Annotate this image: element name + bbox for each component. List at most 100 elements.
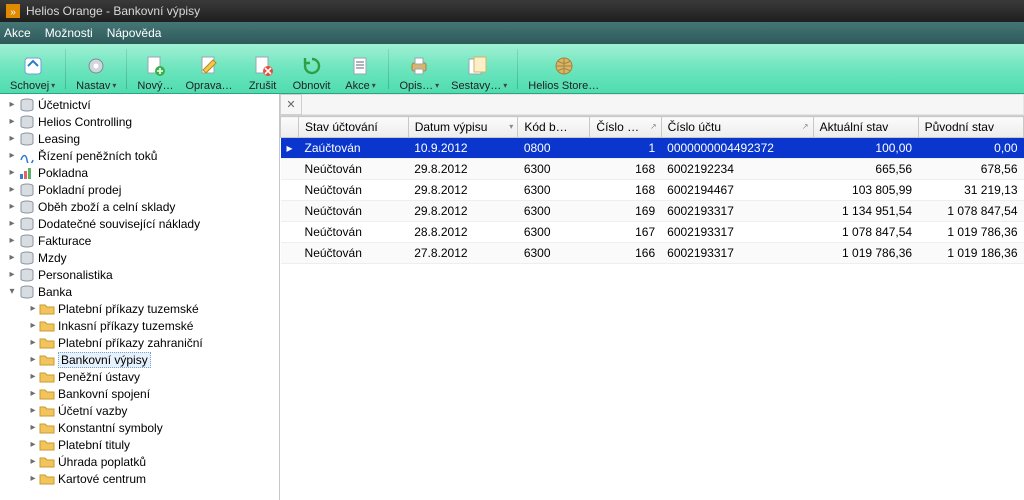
- tree-item[interactable]: ▸Fakturace: [0, 232, 279, 249]
- tree-subitem[interactable]: ▸ Úhrada poplatků: [0, 453, 279, 470]
- tree-item[interactable]: ▸Řízení peněžních toků: [0, 147, 279, 164]
- edit-doc-icon: [198, 54, 220, 78]
- menu-akce[interactable]: Akce: [4, 26, 31, 40]
- tree-item[interactable]: ▾ Banka: [0, 283, 279, 300]
- expand-icon[interactable]: ▸: [6, 184, 18, 195]
- tree-subitem[interactable]: ▸Bankovní výpisy: [0, 351, 279, 368]
- tree-item[interactable]: ▸Mzdy: [0, 249, 279, 266]
- tree-label: Kartové centrum: [58, 472, 146, 486]
- expand-icon[interactable]: ▸: [28, 354, 38, 365]
- tree-label: Oběh zboží a celní sklady: [38, 200, 175, 214]
- globe-icon: [553, 54, 575, 78]
- tree-subitem[interactable]: ▸ Platební příkazy tuzemské: [0, 300, 279, 317]
- expand-icon[interactable]: ▸: [28, 439, 38, 450]
- expand-icon[interactable]: ▸: [6, 150, 18, 161]
- tree-icon: [18, 149, 36, 163]
- tree-label: Pokladní prodej: [38, 183, 121, 197]
- printer-icon: [408, 54, 430, 78]
- toolbar-obnovit[interactable]: Obnovit: [287, 46, 337, 92]
- tree-item[interactable]: ▸Dodatečné související náklady: [0, 215, 279, 232]
- expand-icon[interactable]: ▸: [28, 320, 38, 331]
- navigation-tree[interactable]: ▸ Účetnictví ▸ Helios Controlling▸Leasing▸Ř…: [0, 94, 280, 500]
- gear-icon: [85, 54, 107, 78]
- filter-space[interactable]: [302, 94, 1024, 115]
- expand-icon[interactable]: ▸: [28, 473, 38, 484]
- folder-icon: [38, 438, 56, 452]
- data-grid[interactable]: Stav účtováníDatum výpisu▾Kód b…Číslo …↗…: [280, 116, 1024, 500]
- tree-label: Konstantní symboly: [58, 421, 163, 435]
- tree-icon: [18, 200, 36, 214]
- toolbar-akce[interactable]: Akce▾: [336, 46, 384, 92]
- toolbar-nastav[interactable]: Nastav▾: [70, 46, 122, 92]
- toolbar: Schovej▾ Nastav▾ Nový… Oprava… Zrušit Ob…: [0, 44, 1024, 94]
- expand-icon[interactable]: ▸: [28, 456, 38, 467]
- tree-item[interactable]: ▸Leasing: [0, 130, 279, 147]
- expand-icon[interactable]: ▸: [28, 337, 38, 348]
- action-doc-icon: [349, 54, 371, 78]
- toolbar-heliosstore[interactable]: Helios Store…: [522, 46, 605, 92]
- expand-icon[interactable]: ▸: [28, 371, 38, 382]
- folder-icon: [38, 404, 56, 418]
- column-header[interactable]: Původní stav: [918, 117, 1023, 138]
- tree-subitem[interactable]: ▸ Konstantní symboly: [0, 419, 279, 436]
- expand-icon[interactable]: ▸: [6, 269, 18, 280]
- column-header[interactable]: Kód b…: [518, 117, 590, 138]
- tree-subitem[interactable]: ▸Platební příkazy zahraniční: [0, 334, 279, 351]
- expand-icon[interactable]: ▸: [6, 167, 18, 178]
- expand-icon[interactable]: ▸: [28, 388, 38, 399]
- table-row[interactable]: Neúčtován29.8.201263001686002192234665,5…: [281, 159, 1024, 180]
- tree-label: Platební příkazy tuzemské: [58, 302, 199, 316]
- toolbar-oprava[interactable]: Oprava…: [179, 46, 238, 92]
- tree-item[interactable]: ▸ Helios Controlling: [0, 113, 279, 130]
- menu-moznosti[interactable]: Možnosti: [45, 26, 93, 40]
- tree-subitem[interactable]: ▸Inkasní příkazy tuzemské: [0, 317, 279, 334]
- folder-icon: [38, 421, 56, 435]
- table-row[interactable]: Neúčtován29.8.201263001686002194467103 8…: [281, 180, 1024, 201]
- expand-icon[interactable]: ▸: [28, 303, 38, 314]
- tree-subitem[interactable]: ▸Peněžní ústavy: [0, 368, 279, 385]
- toolbar-zrusit[interactable]: Zrušit: [239, 46, 287, 92]
- toolbar-opis[interactable]: Opis…▾: [393, 46, 445, 92]
- table-row[interactable]: Neúčtován29.8.2012630016960021933171 134…: [281, 201, 1024, 222]
- expand-icon[interactable]: ▸: [6, 99, 18, 110]
- expand-icon[interactable]: ▸: [6, 252, 18, 263]
- tree-label: Helios Controlling: [38, 115, 132, 129]
- expand-icon[interactable]: ▸: [6, 235, 18, 246]
- clear-filter-button[interactable]: ✕: [280, 94, 302, 115]
- expand-icon[interactable]: ▸: [6, 201, 18, 212]
- column-header[interactable]: Číslo …↗: [590, 117, 661, 138]
- tree-label: Účetnictví: [38, 98, 91, 112]
- table-row[interactable]: Neúčtován27.8.2012630016660021933171 019…: [281, 243, 1024, 264]
- column-header[interactable]: Aktuální stav: [813, 117, 918, 138]
- tree-subitem[interactable]: ▸Účetní vazby: [0, 402, 279, 419]
- folder-icon: [38, 302, 56, 316]
- tree-icon: [18, 268, 36, 282]
- tree-subitem[interactable]: ▸Platební tituly: [0, 436, 279, 453]
- tree-item[interactable]: ▸ Personalistika: [0, 266, 279, 283]
- expand-icon[interactable]: ▸: [6, 133, 18, 144]
- expand-icon[interactable]: ▸: [28, 422, 38, 433]
- tree-label: Personalistika: [38, 268, 113, 282]
- menu-napoveda[interactable]: Nápověda: [107, 26, 162, 40]
- tree-item[interactable]: ▸ Účetnictví: [0, 96, 279, 113]
- expand-icon[interactable]: ▾: [6, 286, 18, 297]
- toolbar-novy[interactable]: Nový…: [131, 46, 179, 92]
- tree-label: Banka: [38, 285, 72, 299]
- tree-item[interactable]: ▸ Pokladní prodej: [0, 181, 279, 198]
- tree-subitem[interactable]: ▸ Kartové centrum: [0, 470, 279, 487]
- tree-item[interactable]: ▸ Oběh zboží a celní sklady: [0, 198, 279, 215]
- menubar: Akce Možnosti Nápověda: [0, 22, 1024, 44]
- tree-label: Úhrada poplatků: [58, 455, 146, 469]
- table-row[interactable]: ▸Zaúčtován10.9.2012080010000000004492372…: [281, 138, 1024, 159]
- column-header[interactable]: Číslo účtu↗: [661, 117, 813, 138]
- toolbar-sestavy[interactable]: Sestavy…▾: [445, 46, 513, 92]
- expand-icon[interactable]: ▸: [6, 218, 18, 229]
- toolbar-schovej[interactable]: Schovej▾: [4, 46, 61, 92]
- expand-icon[interactable]: ▸: [6, 116, 18, 127]
- expand-icon[interactable]: ▸: [28, 405, 38, 416]
- table-row[interactable]: Neúčtován28.8.2012630016760021933171 078…: [281, 222, 1024, 243]
- column-header[interactable]: Stav účtování: [299, 117, 409, 138]
- tree-subitem[interactable]: ▸Bankovní spojení: [0, 385, 279, 402]
- tree-item[interactable]: ▸Pokladna: [0, 164, 279, 181]
- column-header[interactable]: Datum výpisu▾: [408, 117, 518, 138]
